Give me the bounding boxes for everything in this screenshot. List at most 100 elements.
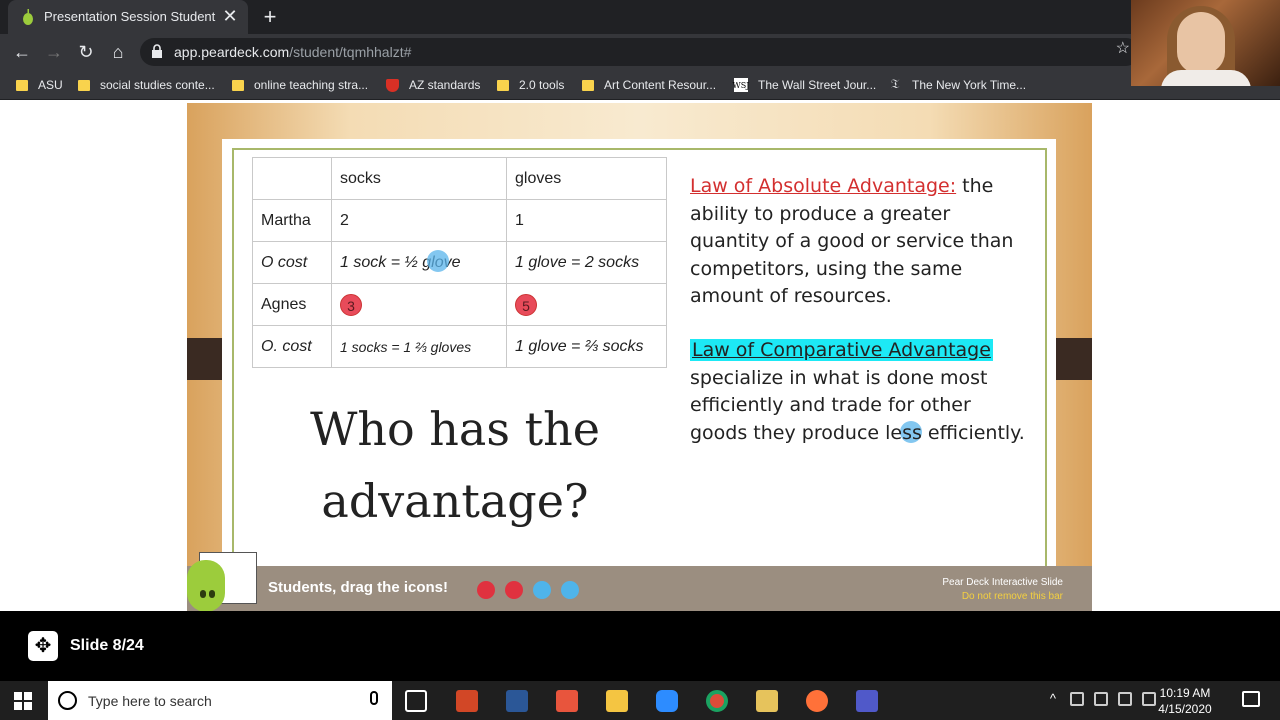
law-comparative-heading: Law of Comparative Advantage	[690, 339, 993, 361]
pear-deck-label: Pear Deck Interactive Slide Do not remov…	[880, 576, 1063, 604]
dropbox-icon[interactable]	[1118, 692, 1132, 706]
battery-icon[interactable]	[1070, 692, 1084, 706]
bookmarks-bar: ASU social studies conte... online teach…	[0, 70, 1280, 100]
bookmark-social-studies[interactable]: social studies conte...	[78, 77, 215, 93]
tab-title: Presentation Session Student	[44, 9, 216, 24]
table-cell: 3	[331, 283, 507, 326]
table-header-row: socks gloves	[252, 157, 667, 200]
table-cell: 1 socks = 1 ⅔ gloves	[331, 325, 507, 368]
clock[interactable]: 10:19 AM 4/15/2020	[1150, 685, 1220, 717]
windows-taskbar: Type here to search ^ 10:19 AM 4/15/2020	[0, 681, 1280, 720]
table-cell: 1 glove = 2 socks	[506, 241, 667, 284]
law-comparative-advantage: Law of Comparative Advantage specialize …	[690, 337, 1030, 447]
firefox-icon[interactable]	[806, 690, 828, 712]
table-cell: Martha	[252, 199, 332, 242]
word-icon[interactable]	[506, 690, 528, 712]
bookmark-label: 2.0 tools	[519, 78, 565, 92]
red-drag-marker[interactable]: 3	[340, 293, 362, 316]
forward-arrow-icon[interactable]: →	[42, 40, 66, 64]
bookmark-az-standards[interactable]: AZ standards	[386, 77, 480, 93]
bookmark-star-icon[interactable]: ☆	[1116, 38, 1130, 58]
taskbar-search-box[interactable]: Type here to search	[48, 681, 392, 720]
table-header-socks: socks	[331, 157, 507, 200]
teams-icon[interactable]	[856, 690, 878, 712]
microphone-icon[interactable]	[370, 691, 378, 705]
table-cell: 2	[331, 199, 507, 242]
slide-viewport: socks gloves Martha 2 1 O cost 1 sock = …	[0, 101, 1280, 612]
bookmark-wsj[interactable]: WSJ The Wall Street Jour...	[733, 77, 877, 93]
table-cell	[252, 157, 332, 200]
system-tray: ^ 10:19 AM 4/15/2020	[1040, 681, 1280, 720]
pear-mascot	[187, 548, 257, 612]
file-explorer-icon[interactable]	[606, 690, 628, 712]
table-cell: O. cost	[252, 325, 332, 368]
tab-close-icon[interactable]: ✕	[220, 6, 240, 26]
slide-question: Who has the advantage?	[310, 402, 600, 528]
bookmark-asu[interactable]: ASU	[16, 77, 63, 93]
reload-icon[interactable]: ↻	[74, 40, 98, 64]
table-cell: O cost	[252, 241, 332, 284]
folder-icon	[582, 79, 594, 91]
lock-icon	[152, 44, 162, 58]
clock-time: 10:19 AM	[1159, 686, 1211, 700]
windows-start-icon[interactable]	[14, 692, 32, 710]
bookmark-label: online teaching stra...	[254, 78, 369, 92]
clock-date: 4/15/2020	[1158, 702, 1212, 716]
new-tab-button[interactable]: +	[258, 4, 282, 30]
table-row: O cost 1 sock = ½ glove 1 glove = 2 sock…	[252, 241, 667, 284]
slide-counter: Slide 8/24	[70, 637, 144, 654]
red-drag-icon[interactable]	[505, 581, 523, 599]
back-arrow-icon[interactable]: ←	[10, 40, 34, 64]
search-placeholder: Type here to search	[88, 693, 212, 709]
red-drag-icon[interactable]	[477, 581, 495, 599]
folder-icon	[232, 79, 244, 91]
folder-icon	[16, 79, 28, 91]
pear-eye	[200, 590, 206, 598]
url-domain: app.peardeck.com	[174, 44, 290, 60]
bookmark-nyt[interactable]: 𝔗 The New York Time...	[888, 77, 1026, 93]
red-drag-marker[interactable]: 5	[515, 293, 537, 316]
slide-footer: ✥ Slide 8/24	[0, 611, 1280, 681]
sticky-notes-icon[interactable]	[756, 690, 778, 712]
folder-icon	[497, 79, 509, 91]
opportunity-cost-table: socks gloves Martha 2 1 O cost 1 sock = …	[252, 157, 667, 368]
bookmark-label: The Wall Street Jour...	[758, 78, 877, 92]
slides-app-icon[interactable]	[556, 690, 578, 712]
home-icon[interactable]: ⌂	[106, 40, 130, 64]
blue-drag-icon[interactable]	[533, 581, 551, 599]
address-bar[interactable]: app.peardeck.com/student/tqmhhalzt#	[140, 38, 1140, 66]
pear-deck-title: Pear Deck Interactive Slide	[942, 577, 1063, 588]
url-path: /student/tqmhhalzt#	[289, 44, 412, 60]
table-header-gloves: gloves	[506, 157, 667, 200]
browser-tab-strip: Presentation Session Student ✕ +	[0, 0, 1280, 34]
task-view-icon[interactable]	[405, 690, 427, 712]
law-absolute-heading: Law of Absolute Advantage:	[690, 175, 957, 197]
webcam-face	[1177, 12, 1225, 74]
table-cell: Agnes	[252, 283, 332, 326]
table-row: O. cost 1 socks = 1 ⅔ gloves 1 glove = ⅔…	[252, 325, 667, 368]
bookmark-label: The New York Time...	[912, 78, 1027, 92]
notifications-icon[interactable]	[1242, 691, 1260, 707]
bookmark-label: ASU	[38, 78, 63, 92]
blue-drag-marker[interactable]	[427, 250, 449, 272]
law-comparative-body: specialize in what is done most efficien…	[690, 366, 1025, 444]
nyt-icon: 𝔗	[890, 77, 900, 92]
bookmark-2-0-tools[interactable]: 2.0 tools	[497, 77, 564, 93]
volume-icon[interactable]	[1094, 692, 1108, 706]
chrome-icon[interactable]	[706, 690, 728, 712]
webcam-shirt	[1161, 70, 1251, 86]
bookmark-label: social studies conte...	[100, 78, 215, 92]
chevron-up-icon[interactable]: ^	[1050, 691, 1056, 706]
move-icon[interactable]: ✥	[28, 631, 58, 661]
powerpoint-icon[interactable]	[456, 690, 478, 712]
zoom-icon[interactable]	[656, 690, 678, 712]
cortana-icon	[58, 691, 77, 710]
bookmark-online-teaching[interactable]: online teaching stra...	[232, 77, 368, 93]
folder-icon	[78, 79, 90, 91]
tab-presentation-session[interactable]: Presentation Session Student ✕	[8, 0, 248, 34]
bookmark-art-content[interactable]: Art Content Resour...	[582, 77, 716, 93]
webcam-overlay	[1131, 0, 1280, 86]
blue-drag-icon[interactable]	[561, 581, 579, 599]
pear-favicon-icon	[23, 9, 33, 25]
table-cell: 1 glove = ⅔ socks	[506, 325, 667, 368]
